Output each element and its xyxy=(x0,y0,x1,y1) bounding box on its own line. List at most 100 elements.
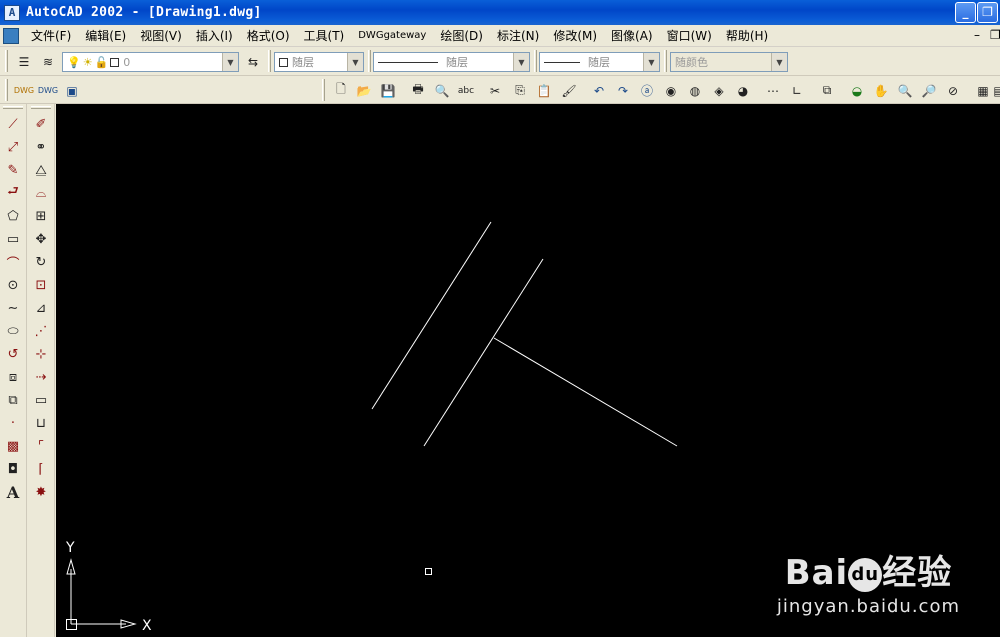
menu-draw[interactable]: 绘图(D) xyxy=(433,27,490,44)
break-at-point-icon[interactable]: ▭ xyxy=(31,390,51,410)
restore-button[interactable]: ❐ xyxy=(977,2,998,23)
design-center-icon[interactable]: ▤ xyxy=(990,82,1000,99)
doc-minimize-button[interactable]: – xyxy=(974,28,980,42)
menu-file[interactable]: 文件(F) xyxy=(24,27,78,44)
doc-restore-button[interactable]: ❐ xyxy=(990,28,1000,42)
drawn-line-3[interactable] xyxy=(493,337,678,447)
scale-icon[interactable]: ⊡ xyxy=(31,275,51,295)
rectangle-icon[interactable]: ⬠ xyxy=(3,206,23,226)
redo-icon[interactable]: ↷ xyxy=(614,82,632,99)
rotate-icon[interactable]: ↻ xyxy=(31,252,51,272)
toolbar-grip[interactable] xyxy=(31,106,51,109)
ucs-icon[interactable]: ∟ xyxy=(788,82,806,99)
copy-object-icon[interactable]: ⚭ xyxy=(31,137,51,157)
print-preview-icon[interactable]: 🔍 xyxy=(433,82,451,99)
rect-icon[interactable]: ▭ xyxy=(3,229,23,249)
document-icon[interactable] xyxy=(3,27,19,44)
layer-manager-icon[interactable]: ☰ xyxy=(15,53,33,70)
open-file-icon[interactable]: 📂 xyxy=(355,82,373,99)
print-icon[interactable]: 🖶 xyxy=(409,82,427,99)
insert-block-icon[interactable]: ⧈ xyxy=(3,367,23,387)
drawing-area[interactable]: Y X Bai du经验 jingyan.baidu.com xyxy=(56,104,1000,637)
dwg-open-icon[interactable]: DWG xyxy=(14,82,34,99)
spelling-icon[interactable]: abc xyxy=(457,82,475,99)
array-icon[interactable]: ⊞ xyxy=(31,206,51,226)
zoom-window-icon[interactable]: 🔎 xyxy=(920,82,938,99)
toolbar-grip[interactable] xyxy=(368,50,371,72)
hatch-icon[interactable]: ▩ xyxy=(3,436,23,456)
move-icon[interactable]: ✥ xyxy=(31,229,51,249)
point-icon[interactable]: · xyxy=(3,413,23,433)
layer-previous-icon[interactable]: ⇆ xyxy=(244,53,262,70)
named-views-icon[interactable]: ⧉ xyxy=(818,82,836,99)
extend-icon[interactable]: ⇢ xyxy=(31,367,51,387)
match-properties-icon[interactable]: 🖌 xyxy=(560,82,578,99)
fillet-icon[interactable]: ⌈ xyxy=(31,459,51,479)
menu-image[interactable]: 图像(A) xyxy=(604,27,660,44)
lineweight-combo[interactable]: 随层 ▼ xyxy=(539,52,660,72)
object-snap-icon[interactable]: ⋯ xyxy=(764,82,782,99)
toolbar-grip[interactable] xyxy=(322,79,325,101)
publish-web-icon[interactable]: ◈ xyxy=(710,82,728,99)
region-icon[interactable]: ◘ xyxy=(3,459,23,479)
toolbar-grip[interactable] xyxy=(5,50,8,72)
menu-dwggateway[interactable]: DWGgateway xyxy=(351,30,433,41)
drawn-line-1[interactable] xyxy=(371,221,492,410)
menu-format[interactable]: 格式(O) xyxy=(240,27,297,44)
autocad-app-icon[interactable]: A xyxy=(4,4,20,21)
stretch-icon[interactable]: ⊿ xyxy=(31,298,51,318)
mirror-icon[interactable]: ⧋ xyxy=(31,160,51,180)
meet-now-icon[interactable]: ◍ xyxy=(686,82,704,99)
trim-icon[interactable]: ⊹ xyxy=(31,344,51,364)
zoom-realtime-icon[interactable]: 🔍 xyxy=(896,82,914,99)
layer-combo[interactable]: 💡 ☀ 🔓 0 ▼ xyxy=(62,52,239,72)
make-layer-current-icon[interactable]: ≋ xyxy=(39,53,57,70)
3d-dwf-icon[interactable]: ◕ xyxy=(734,82,752,99)
ellipse-arc-icon[interactable]: ↺ xyxy=(3,344,23,364)
spline-icon[interactable]: ∼ xyxy=(3,298,23,318)
color-combo[interactable]: 随层 ▼ xyxy=(274,52,364,72)
polyline-icon[interactable]: ✎ xyxy=(3,160,23,180)
circle-icon[interactable]: ⊙ xyxy=(3,275,23,295)
save-icon[interactable]: 💾 xyxy=(379,82,397,99)
polygon-icon[interactable]: ⮐ xyxy=(3,183,23,203)
line-icon[interactable]: ⟋ xyxy=(3,114,23,134)
chamfer-icon[interactable]: ⌜ xyxy=(31,436,51,456)
multiline-text-icon[interactable]: A xyxy=(3,482,23,502)
menu-tools[interactable]: 工具(T) xyxy=(297,27,352,44)
3d-orbit-icon[interactable]: ◒ xyxy=(848,82,866,99)
lengthen-icon[interactable]: ⋰ xyxy=(31,321,51,341)
construction-line-icon[interactable]: ⤢ xyxy=(3,137,23,157)
toolbar-grip[interactable] xyxy=(3,106,23,109)
plotstyle-combo[interactable]: 随颜色 ▼ xyxy=(670,52,788,72)
toolbar-grip[interactable] xyxy=(534,50,537,72)
pan-realtime-icon[interactable]: ✋ xyxy=(872,82,890,99)
today-icon[interactable]: ◉ xyxy=(662,82,680,99)
menu-view[interactable]: 视图(V) xyxy=(133,27,189,44)
toolbar-grip[interactable] xyxy=(5,79,8,101)
toolbar-grip[interactable] xyxy=(664,50,667,72)
zoom-previous-icon[interactable]: ⊘ xyxy=(944,82,962,99)
cut-icon[interactable]: ✂ xyxy=(486,82,504,99)
menu-help[interactable]: 帮助(H) xyxy=(719,27,775,44)
menu-dimension[interactable]: 标注(N) xyxy=(490,27,546,44)
ellipse-icon[interactable]: ⬭ xyxy=(3,321,23,341)
menu-edit[interactable]: 编辑(E) xyxy=(78,27,133,44)
arc-icon[interactable]: ⌒ xyxy=(3,252,23,272)
dwg-export-icon[interactable]: ▣ xyxy=(63,82,81,99)
erase-icon[interactable]: ✐ xyxy=(31,114,51,134)
new-file-icon[interactable]: 🗋 xyxy=(332,82,350,99)
offset-icon[interactable]: ⌓ xyxy=(31,183,51,203)
copy-icon[interactable]: ⎘ xyxy=(511,82,529,99)
linetype-combo[interactable]: 随层 ▼ xyxy=(373,52,530,72)
toolbar-grip[interactable] xyxy=(268,50,271,72)
menu-window[interactable]: 窗口(W) xyxy=(660,27,719,44)
drawn-line-2[interactable] xyxy=(423,258,544,447)
menu-modify[interactable]: 修改(M) xyxy=(546,27,604,44)
dwg-save-icon[interactable]: DWG xyxy=(38,82,58,99)
make-block-icon[interactable]: ⧉ xyxy=(3,390,23,410)
hyperlink-icon[interactable]: ⓐ xyxy=(638,82,656,99)
minimize-button[interactable]: _ xyxy=(955,2,976,23)
break-icon[interactable]: ⊔ xyxy=(31,413,51,433)
menu-insert[interactable]: 插入(I) xyxy=(189,27,240,44)
